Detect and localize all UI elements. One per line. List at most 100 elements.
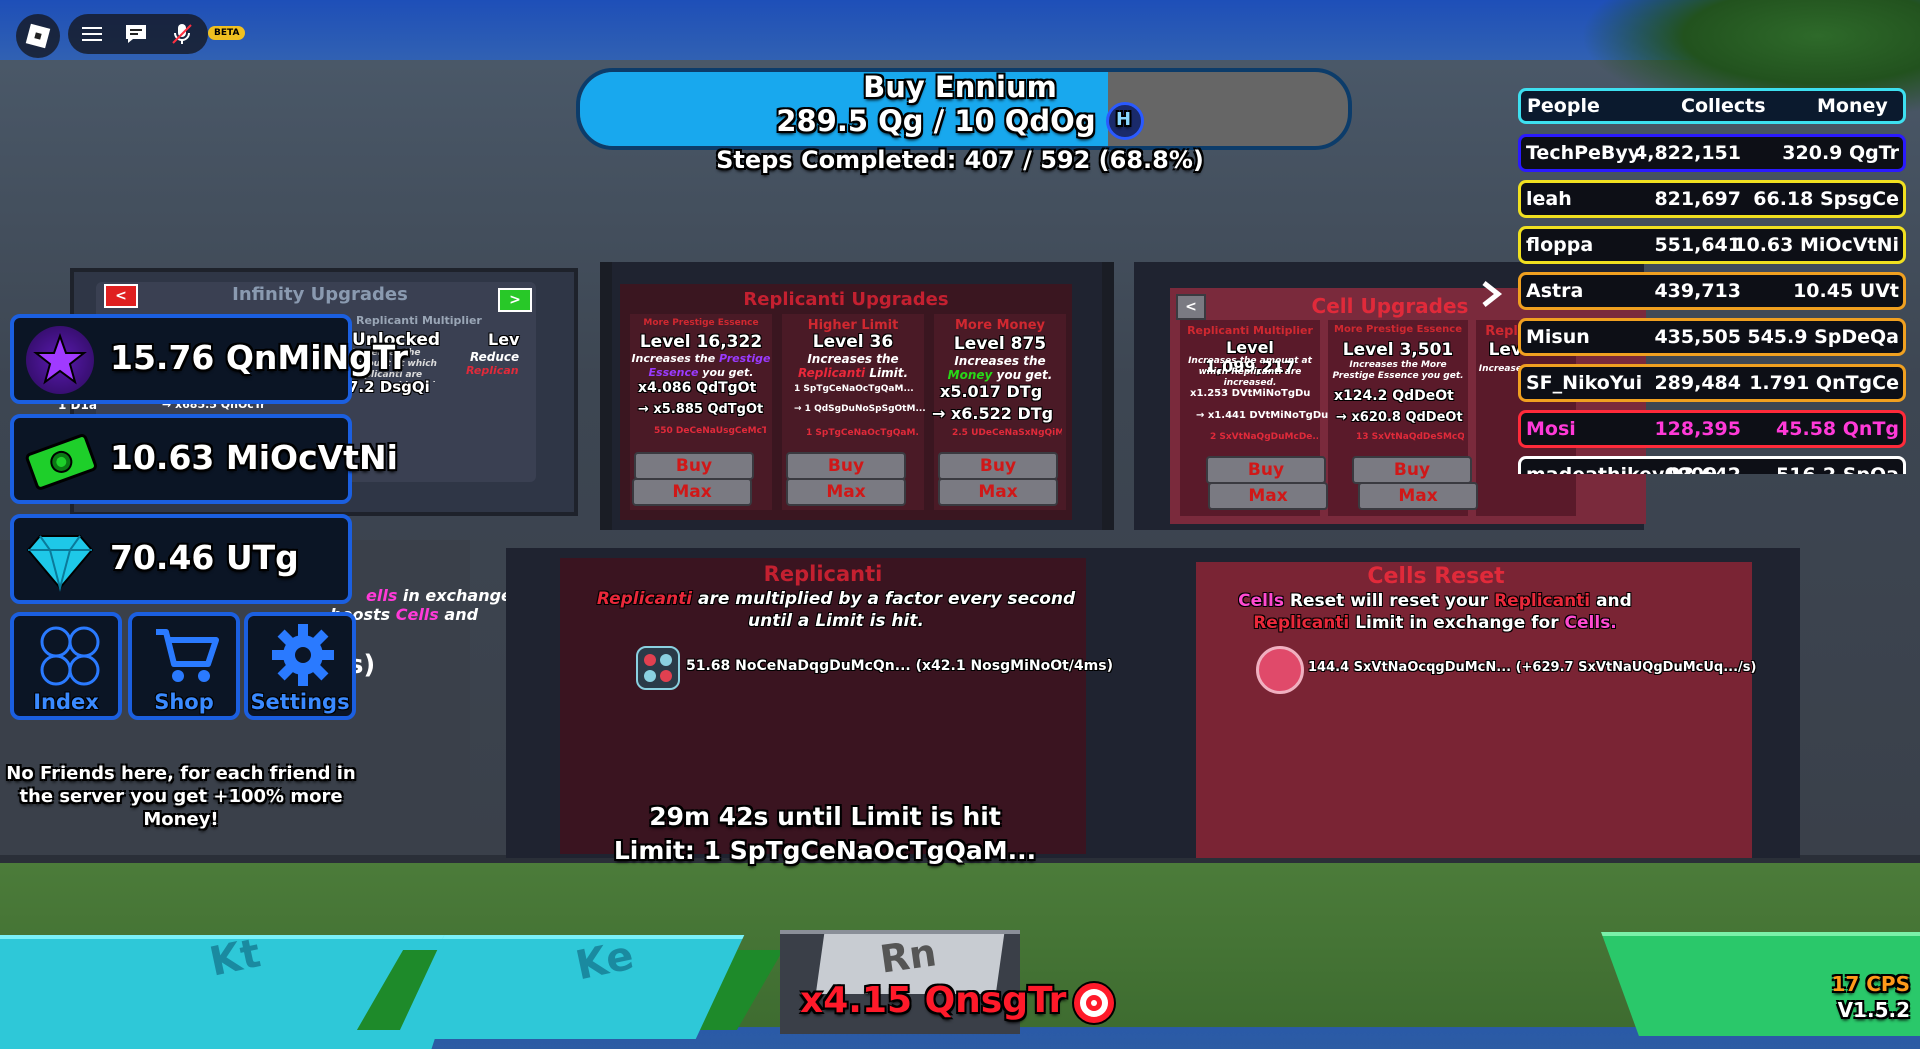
replicanti-timer: 29m 42s until Limit is hit xyxy=(649,802,1001,831)
left-wall-text-1: ells in exchange xyxy=(366,586,512,605)
shop-label: Shop xyxy=(154,690,214,714)
friends-message: No Friends here, for each friend in the … xyxy=(6,763,356,830)
cart-icon xyxy=(154,626,220,690)
roblox-menu-icon[interactable] xyxy=(16,14,60,58)
gear-icon xyxy=(270,622,336,692)
header-people: People xyxy=(1527,95,1600,117)
cell-col-1-buy-button[interactable]: Buy xyxy=(1206,456,1326,484)
rep-col-2-title: Higher Limit xyxy=(807,318,899,333)
microphone-icon[interactable] xyxy=(170,22,194,46)
index-label: Index xyxy=(33,690,99,714)
infinity-right-desc: Reduce xyxy=(470,350,520,364)
cell-prev-button[interactable]: < xyxy=(1176,294,1206,320)
rep-col-3-max-button[interactable]: Max xyxy=(938,478,1058,506)
cell-col-1-max-button[interactable]: Max xyxy=(1208,482,1328,510)
rep-col-2-desc: Increases the Replicanti Limit. xyxy=(797,352,909,380)
infinity-next-button[interactable]: > xyxy=(498,288,532,312)
rep-col-3-cost: 2.5 UDeCeNaSxNgQiMc... xyxy=(952,428,1062,438)
shop-button[interactable]: Shop xyxy=(128,612,240,720)
tile-radon-label: Rn xyxy=(877,930,940,982)
replicanti-icon xyxy=(636,646,680,690)
target-icon xyxy=(1070,980,1118,1030)
rep-col-3-level: Level 875 xyxy=(953,334,1047,354)
rep-col-2-buy-button[interactable]: Buy xyxy=(786,452,906,480)
rep-col-2-level: Level 36 xyxy=(812,332,894,352)
rep-col-3-next: → x6.522 DTg xyxy=(932,404,1054,423)
cells-panel-title: Cells Reset xyxy=(1367,564,1505,589)
infinity-prev-button[interactable]: < xyxy=(104,284,138,308)
cell-col-1-title: Replicanti Multiplier xyxy=(1187,324,1313,337)
steps-completed: Steps Completed: 407 / 592 (68.8%) xyxy=(716,146,1204,174)
infinity-right-level: Lev xyxy=(488,330,520,349)
player-pointer-arrow xyxy=(1478,280,1506,312)
cell-col-2-max-button[interactable]: Max xyxy=(1358,482,1478,510)
rep-col-3-desc: Increases the Money you get. xyxy=(947,354,1053,382)
cell-col-2-next: → x620.8 QdDeOt xyxy=(1336,410,1463,425)
infinity-panel-title: Infinity Upgrades xyxy=(232,284,408,305)
cells-amount: 144.4 SxVtNaOcqgDuMcN... (+629.7 SxVtNaU… xyxy=(1308,660,1757,675)
diamond-icon xyxy=(26,530,94,592)
rep-col-3-value: x5.017 DTg xyxy=(940,382,1043,401)
index-button[interactable]: Index xyxy=(10,612,122,720)
stat-diamond: 70.46 UTg xyxy=(10,514,352,604)
rep-col-1-level: Level 16,322 xyxy=(639,332,763,352)
stat-star: 15.76 QnMiNgTr xyxy=(10,314,408,404)
infinity-col-header: Replicanti Multiplier xyxy=(356,314,482,327)
cell-col-2-value: x124.2 QdDeOt xyxy=(1334,388,1454,404)
top-bar: BETA xyxy=(68,14,246,54)
hamburger-icon[interactable] xyxy=(80,22,104,46)
stat-money: 10.63 MiOcVtNi xyxy=(10,414,398,504)
cps-counter: 17 CPS xyxy=(1831,972,1910,996)
star-icon xyxy=(26,326,94,394)
stat-star-value: 15.76 QnMiNgTr xyxy=(110,338,408,377)
cell-col-1-cost: 2 SxVtNaQgDuMcDe... xyxy=(1210,432,1318,442)
rep-col-1-cost: 550 DeCeNaUsgCeMcTg... xyxy=(654,426,766,436)
index-icon xyxy=(38,624,102,692)
infinity-right-red: Replican xyxy=(466,364,519,377)
rep-col-2-value: 1 SpTgCeNaOcTgQaM... xyxy=(794,384,914,394)
progress-amount: 289.5 Qg / 10 QdOg H xyxy=(576,102,1344,142)
rep-col-1-desc: Increases the Prestige Essence you get. xyxy=(631,352,771,379)
settings-label: Settings xyxy=(250,690,350,714)
cell-col-1-desc: Increases the amount at which Replicanti… xyxy=(1188,356,1312,388)
leaderboard-header: People Collects Money xyxy=(1518,88,1906,124)
progress-title: Buy Ennium xyxy=(863,70,1057,104)
rep-col-3-buy-button[interactable]: Buy xyxy=(938,452,1058,480)
money-icon xyxy=(24,428,98,494)
rep-col-1-max-button[interactable]: Max xyxy=(632,478,752,506)
cell-col-1-next: → x1.441 DVtMiNoTgDu xyxy=(1196,410,1329,421)
cell-col-2-title: More Prestige Essence xyxy=(1334,324,1462,335)
rep-col-1-next: → x5.885 QdTgOt xyxy=(638,402,764,417)
rep-col-2-next: → 1 QdSgDuNoSpSgOtM... xyxy=(794,404,926,414)
infinity-value: 7.2 DsgQi xyxy=(348,378,430,396)
tile-xenon xyxy=(395,935,745,1039)
rep-col-2-max-button[interactable]: Max xyxy=(786,478,906,506)
settings-button[interactable]: Settings xyxy=(244,612,356,720)
replicanti-upgrades-title: Replicanti Upgrades xyxy=(743,289,949,310)
version-label: V1.5.2 xyxy=(1837,998,1910,1022)
cells-icon xyxy=(1256,646,1304,694)
stat-diamond-value: 70.46 UTg xyxy=(110,538,299,577)
cell-col-1-value: x1.253 DVtMiNoTgDu xyxy=(1190,388,1311,399)
cell-col-2-buy-button[interactable]: Buy xyxy=(1352,456,1472,484)
chat-icon[interactable] xyxy=(124,22,148,46)
cells-panel-desc: Cells Reset will reset your Replicanti a… xyxy=(1238,591,1632,633)
cell-col-2-level: Level 3,501 xyxy=(1342,340,1454,360)
cell-col-3-level: Level xyxy=(1488,340,1540,360)
replicanti-panel-title: Replicanti xyxy=(763,562,883,586)
rep-col-3-title: More Money xyxy=(954,318,1046,333)
header-collects: Collects xyxy=(1681,95,1766,117)
cell-col-3-desc: Increases the xyxy=(1478,364,1548,374)
rep-col-1-buy-button[interactable]: Buy xyxy=(634,452,754,480)
replicanti-limit: Limit: 1 SpTgCeNaOcTgQaM... xyxy=(613,836,1037,865)
cell-col-2-desc: Increases the More Prestige Essence you … xyxy=(1332,360,1464,381)
cell-col-2-cost: 13 SxVtNaQdDeSMcQ... xyxy=(1356,432,1464,442)
replicanti-amount: 51.68 NoCeNaDqgDuMcQn... (x42.1 NosgMiNo… xyxy=(686,658,1113,674)
stat-money-value: 10.63 MiOcVtNi xyxy=(110,438,398,477)
rep-col-1-title: More Prestige Essence xyxy=(643,318,759,328)
svg-text:H: H xyxy=(1116,109,1131,130)
rep-col-1-value: x4.086 QdTgOt xyxy=(638,380,757,396)
multiplier-value: x4.15 QnsgTr xyxy=(800,980,1067,1021)
replicanti-panel-desc: Replicanti are multiplied by a factor ev… xyxy=(596,589,1076,631)
ennium-icon: H xyxy=(1105,102,1144,140)
